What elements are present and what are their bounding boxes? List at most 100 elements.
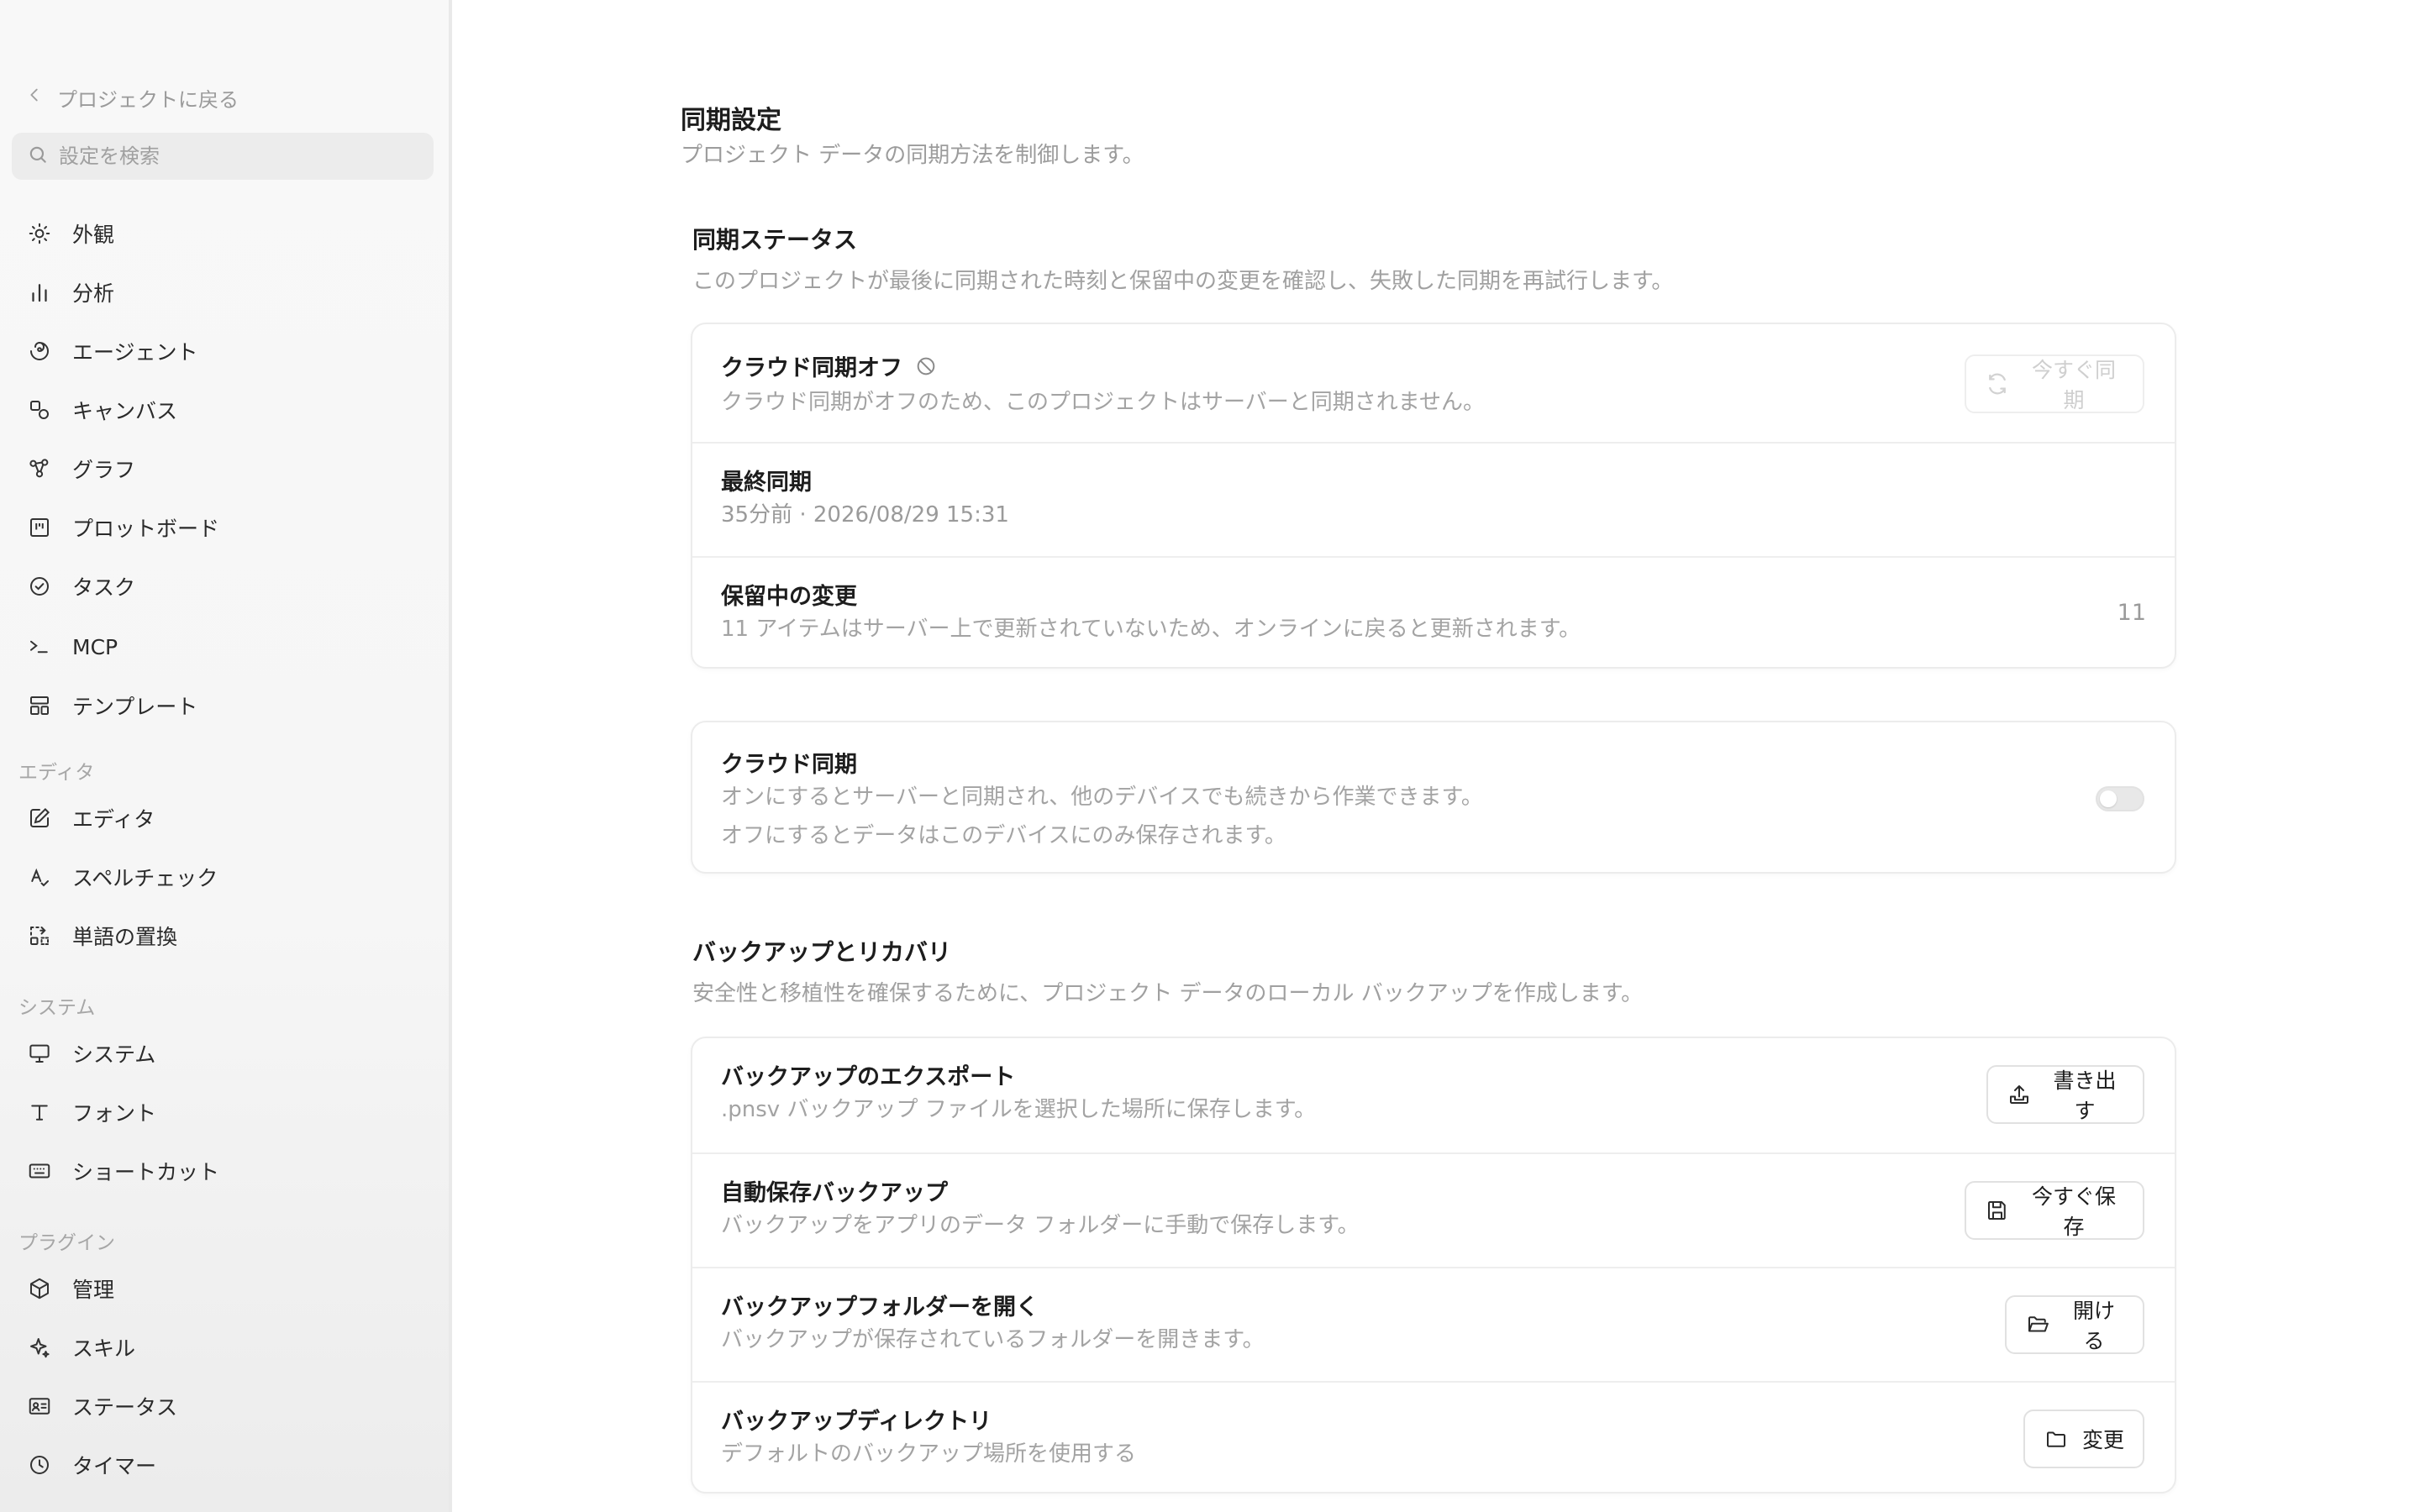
sidebar-item-label: エディタ	[72, 807, 155, 832]
cloud-sync-off-title: クラウド同期オフ	[721, 349, 938, 382]
folder-icon	[2044, 1426, 2069, 1452]
cloud-sync-toggle[interactable]	[2096, 786, 2144, 811]
cloud-sync-row: クラウド同期 オンにするとサーバーと同期され、他のデバイスでも続きから作業できま…	[692, 722, 2175, 875]
sidebar-item-label: テンプレート	[72, 695, 198, 719]
clock-icon	[25, 1451, 54, 1479]
sidebar-item-label: スキル	[72, 1336, 136, 1361]
cloud-sync-off-label: クラウド同期オフ	[721, 355, 902, 381]
pending-changes-desc: 11 アイテムはサーバー上で更新されていないため、オンラインに戻ると更新されます…	[721, 617, 1581, 642]
type-icon	[25, 1098, 54, 1126]
sidebar-item-word-replace[interactable]: 単語の置換	[25, 914, 429, 958]
pending-changes-title: 保留中の変更	[721, 584, 857, 610]
sidebar-item-status[interactable]: ステータス	[25, 1384, 429, 1428]
cloud-sync-card: クラウド同期 オンにするとサーバーと同期され、他のデバイスでも続きから作業できま…	[691, 721, 2176, 874]
section-label-plugins: プラグイン	[18, 1232, 115, 1254]
export-backup-title: バックアップのエクスポート	[721, 1064, 1016, 1090]
section-label-system: システム	[18, 997, 96, 1019]
sidebar-item-manage[interactable]: 管理	[25, 1267, 429, 1310]
section-subtitle-sync-status: このプロジェクトが最後に同期された時刻と保留中の変更を確認し、失敗した同期を再試…	[692, 269, 1674, 294]
sidebar-item-canvas[interactable]: キャンバス	[25, 388, 429, 432]
sidebar-item-label: 分析	[72, 281, 115, 306]
sidebar-item-label: 単語の置換	[72, 925, 178, 949]
change-directory-button[interactable]: 変更	[2023, 1410, 2144, 1468]
settings-sidebar: プロジェクトに戻る 外観 分析 エージェント キャンバス グラフ	[0, 0, 452, 1512]
sidebar-item-templates[interactable]: テンプレート	[25, 684, 429, 727]
cloud-sync-off-row: クラウド同期オフ クラウド同期がオフのため、このプロジェクトはサーバーと同期され…	[692, 324, 2175, 442]
change-directory-label: 変更	[2082, 1428, 2125, 1452]
sync-status-card: クラウド同期オフ クラウド同期がオフのため、このプロジェクトはサーバーと同期され…	[691, 323, 2176, 669]
folder-open-icon	[2025, 1312, 2050, 1337]
sidebar-item-label: タスク	[72, 575, 136, 600]
chevron-left-icon	[25, 86, 44, 109]
sidebar-item-shortcuts[interactable]: ショートカット	[25, 1149, 429, 1193]
open-backup-folder-row: バックアップフォルダーを開く バックアップが保存されているフォルダーを開きます。…	[692, 1267, 2175, 1381]
export-backup-desc: .pnsv バックアップ ファイルを選択した場所に保存します。	[721, 1097, 1317, 1122]
section-title-backup: バックアップとリカバリ	[692, 938, 952, 966]
pending-count: 11	[2117, 600, 2146, 626]
sidebar-item-label: 管理	[72, 1278, 115, 1302]
sidebar-item-appearance[interactable]: 外観	[25, 212, 429, 255]
floppy-disk-icon	[1985, 1198, 2010, 1223]
autosave-backup-desc: バックアップをアプリのデータ フォルダーに手動で保存します。	[721, 1213, 1360, 1238]
sun-icon	[25, 219, 54, 248]
replace-icon	[25, 921, 54, 950]
sidebar-item-label: キャンバス	[72, 399, 178, 423]
sidebar-item-label: グラフ	[72, 458, 136, 482]
upload-tray-icon	[2007, 1082, 2032, 1107]
sidebar-item-label: MCP	[72, 634, 118, 659]
autosave-backup-row: 自動保存バックアップ バックアップをアプリのデータ フォルダーに手動で保存します…	[692, 1152, 2175, 1267]
section-label-editor: エディタ	[18, 762, 95, 784]
settings-search[interactable]	[12, 133, 434, 180]
sidebar-item-editor[interactable]: エディタ	[25, 796, 429, 840]
sidebar-item-fonts[interactable]: フォント	[25, 1090, 429, 1134]
sidebar-item-tasks[interactable]: タスク	[25, 564, 429, 608]
backup-directory-title: バックアップディレクトリ	[721, 1409, 992, 1435]
sidebar-item-mcp[interactable]: MCP	[25, 625, 429, 669]
sidebar-item-label: システム	[72, 1042, 156, 1067]
autosave-backup-title: 自動保存バックアップ	[721, 1180, 948, 1206]
sidebar-item-analytics[interactable]: 分析	[25, 270, 429, 314]
sidebar-item-label: ショートカット	[72, 1160, 220, 1184]
sidebar-item-graph[interactable]: グラフ	[25, 447, 429, 491]
sidebar-item-spellcheck[interactable]: スペルチェック	[25, 855, 429, 899]
box-icon	[25, 1274, 54, 1303]
back-to-project-link[interactable]: プロジェクトに戻る	[25, 81, 239, 114]
sidebar-item-label: プロットボード	[72, 517, 220, 541]
back-label: プロジェクトに戻る	[57, 87, 239, 112]
graph-nodes-icon	[25, 454, 54, 483]
sidebar-item-skills[interactable]: スキル	[25, 1326, 429, 1369]
page-subtitle: プロジェクト データの同期方法を制御します。	[681, 143, 1144, 168]
sidebar-item-plotboard[interactable]: プロットボード	[25, 506, 429, 549]
backup-directory-row: バックアップディレクトリ デフォルトのバックアップ場所を使用する 変更	[692, 1381, 2175, 1495]
save-now-label: 今すぐ保存	[2031, 1184, 2116, 1239]
save-now-button[interactable]: 今すぐ保存	[1965, 1181, 2144, 1240]
last-sync-value: 35分前 · 2026/08/29 15:31	[721, 502, 1009, 528]
sidebar-item-label: タイマー	[72, 1454, 157, 1478]
export-button[interactable]: 書き出す	[1986, 1065, 2144, 1124]
sparkle-icon	[25, 1333, 54, 1362]
cloud-sync-desc-2: オフにするとデータはこのデバイスにのみ保存されます。	[721, 823, 1286, 848]
backup-directory-desc: デフォルトのバックアップ場所を使用する	[721, 1441, 1137, 1467]
bar-chart-icon	[25, 278, 54, 307]
settings-window: プロジェクトに戻る 外観 分析 エージェント キャンバス グラフ	[0, 0, 2420, 1512]
layout-template-icon	[25, 691, 54, 720]
open-folder-button[interactable]: 開ける	[2005, 1295, 2144, 1354]
spell-check-icon	[25, 863, 54, 891]
sidebar-item-system[interactable]: システム	[25, 1032, 429, 1075]
sidebar-item-agent[interactable]: エージェント	[25, 329, 429, 373]
open-backup-folder-desc: バックアップが保存されているフォルダーを開きます。	[721, 1327, 1265, 1352]
settings-content: 同期設定 プロジェクト データの同期方法を制御します。 同期ステータス このプロ…	[452, 0, 2420, 1512]
cloud-sync-title: クラウド同期	[721, 752, 857, 778]
sync-now-button[interactable]: 今すぐ同期	[1965, 354, 2144, 413]
sidebar-item-label: フォント	[72, 1101, 157, 1126]
shapes-icon	[25, 396, 54, 424]
sync-now-label: 今すぐ同期	[2031, 358, 2116, 412]
open-folder-label: 開ける	[2072, 1299, 2115, 1353]
section-subtitle-backup: 安全性と移植性を確保するために、プロジェクト データのローカル バックアップを作…	[692, 981, 1644, 1006]
search-input[interactable]	[59, 144, 412, 168]
toggle-knob	[2100, 790, 2117, 807]
page-title: 同期設定	[681, 106, 781, 135]
spiral-icon	[25, 337, 54, 365]
sidebar-item-timer[interactable]: タイマー	[25, 1443, 429, 1487]
refresh-icon	[1985, 371, 2010, 396]
